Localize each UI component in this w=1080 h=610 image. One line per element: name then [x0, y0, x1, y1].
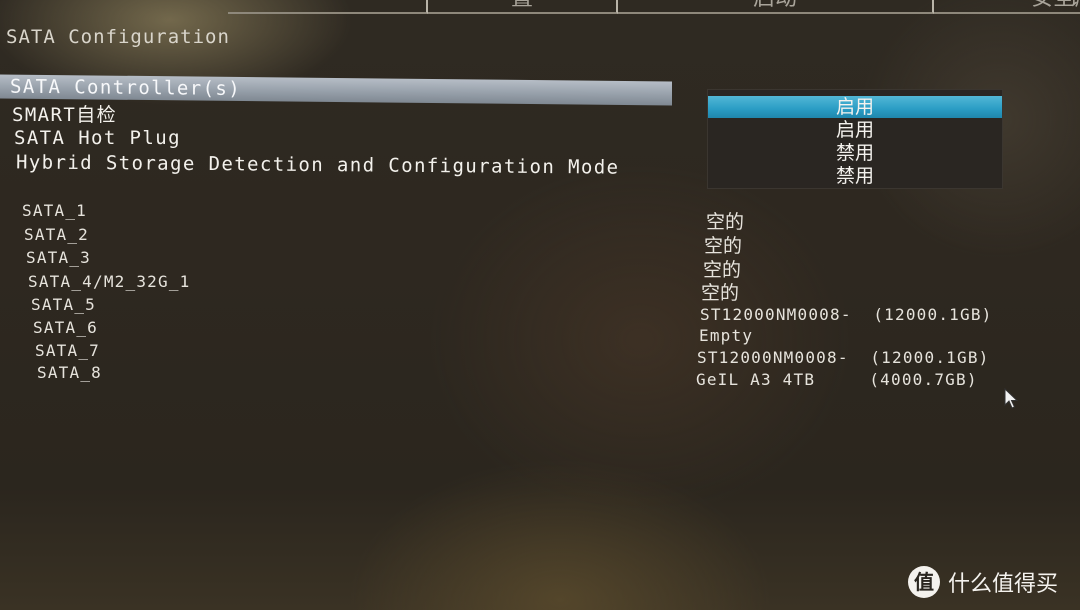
port-label-sata-3: SATA_3 — [26, 248, 91, 267]
watermark-logo-icon: 值 — [908, 566, 940, 598]
port-value-sata-2: 空的 — [704, 235, 743, 257]
menu-item-hybrid-storage[interactable]: Hybrid Storage Detection and Configurati… — [16, 151, 620, 178]
watermark-text: 什么值得买 — [948, 572, 1059, 597]
port-value-sata-1: 空的 — [706, 211, 745, 233]
tab-config-label: 置 — [511, 0, 533, 11]
port-label-sata-4: SATA_4/M2_32G_1 — [28, 272, 191, 291]
port-value-sata-8: GeIL A3 4TB (4000.7GB) — [696, 370, 978, 389]
tab-boot[interactable]: 启动 — [618, 0, 934, 14]
options-dropdown[interactable]: 启用 启用 禁用 禁用 — [708, 90, 1002, 188]
port-label-sata-8: SATA_8 — [37, 363, 102, 382]
tab-config[interactable]: 置 — [428, 0, 618, 14]
dropdown-option-disabled-1[interactable]: 禁用 — [708, 142, 1002, 164]
tab-1[interactable] — [228, 0, 428, 14]
port-label-sata-2: SATA_2 — [24, 225, 89, 244]
tab-tweak[interactable]: 调 — [1050, 0, 1080, 14]
port-value-sata-4: 空的 — [701, 282, 740, 304]
top-tab-bar: 置 启动 安全 调 — [0, 0, 1080, 16]
watermark: 值 什么值得买 — [908, 566, 1058, 598]
tab-boot-label: 启动 — [753, 0, 797, 11]
dropdown-option-enabled-2[interactable]: 启用 — [708, 119, 1002, 141]
port-label-sata-7: SATA_7 — [35, 341, 100, 360]
port-value-sata-5: ST12000NM0008- (12000.1GB) — [700, 305, 993, 324]
dropdown-option-disabled-2[interactable]: 禁用 — [708, 165, 1002, 187]
page-title: SATA Configuration — [6, 26, 230, 48]
port-value-sata-6: Empty — [699, 326, 754, 345]
port-label-sata-5: SATA_5 — [31, 295, 96, 314]
port-label-sata-1: SATA_1 — [22, 201, 87, 220]
port-label-sata-6: SATA_6 — [33, 318, 98, 337]
menu-item-sata-hot-plug[interactable]: SATA Hot Plug — [14, 127, 181, 149]
port-value-sata-7: ST12000NM0008- (12000.1GB) — [697, 348, 990, 367]
menu-item-smart-self-test[interactable]: SMART自检 — [12, 100, 117, 127]
dropdown-option-enabled-1[interactable]: 启用 — [708, 96, 1002, 118]
tab-tweak-label: 调 — [1069, 0, 1080, 11]
